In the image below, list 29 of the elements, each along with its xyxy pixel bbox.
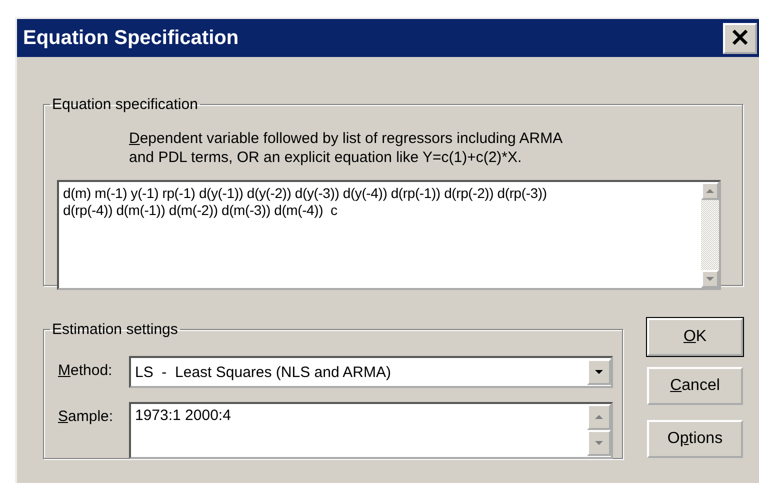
scroll-down-button[interactable]: [587, 430, 611, 456]
dialog-button[interactable]: OK: [647, 318, 743, 356]
description-text: and PDL terms, OR an explicit equation like Y=c(1)+c(2)*X.: [129, 148, 523, 167]
window-title: Equation Specification: [23, 26, 239, 50]
dialog-button[interactable]: Cancel: [647, 367, 743, 405]
description-text: Dependent variable followed by list of regressors including ARMA: [129, 129, 563, 148]
sample-field[interactable]: 1973:1 2000:4: [129, 402, 613, 459]
scroll-up-button[interactable]: [701, 182, 719, 200]
method-label: Method:: [58, 361, 114, 379]
method-dropdown[interactable]: LS - Least Squares (NLS and ARMA): [129, 356, 613, 388]
group-title: Estimation settings: [51, 321, 179, 338]
sample-label: Sample:: [58, 407, 114, 425]
up-arrow-icon: [595, 415, 603, 419]
up-arrow-icon: [706, 189, 714, 193]
scroll-down-button[interactable]: [701, 270, 719, 288]
group-title: Equation specification: [51, 96, 199, 113]
method-value: LS - Least Squares (NLS and ARMA): [135, 364, 391, 380]
down-arrow-icon: [595, 370, 603, 374]
dropdown-button[interactable]: [587, 359, 611, 385]
scrollbar[interactable]: [701, 182, 719, 288]
scroll-up-button[interactable]: [587, 404, 611, 430]
equation-field[interactable]: d(m) m(-1) y(-1) rp(-1) d(y(-1)) d(y(-2)) d(y(-3)) d(y(-4)) d(rp(-1)) d(rp(-2)) d(rp(-3)) d(rp(-4)) d(m(-1)) d(m(-2)) d(m(-3)) d(m(-4)) c: [57, 180, 721, 290]
dialog-button[interactable]: Options: [647, 420, 743, 458]
equation-text: d(m) m(-1) y(-1) rp(-1) d(y(-1)) d(y(-2)) d(y(-3)) d(y(-4)) d(rp(-1)) d(rp(-2)) d(rp(-3)): [63, 185, 548, 202]
sample-value: 1973:1 2000:4: [134, 406, 232, 426]
equation-text: d(rp(-4)) d(m(-1)) d(m(-2)) d(m(-3)) d(m(-4)) c: [63, 202, 338, 219]
close-button[interactable]: ✕: [723, 22, 757, 54]
down-arrow-icon: [595, 441, 603, 445]
down-arrow-icon: [706, 277, 714, 281]
